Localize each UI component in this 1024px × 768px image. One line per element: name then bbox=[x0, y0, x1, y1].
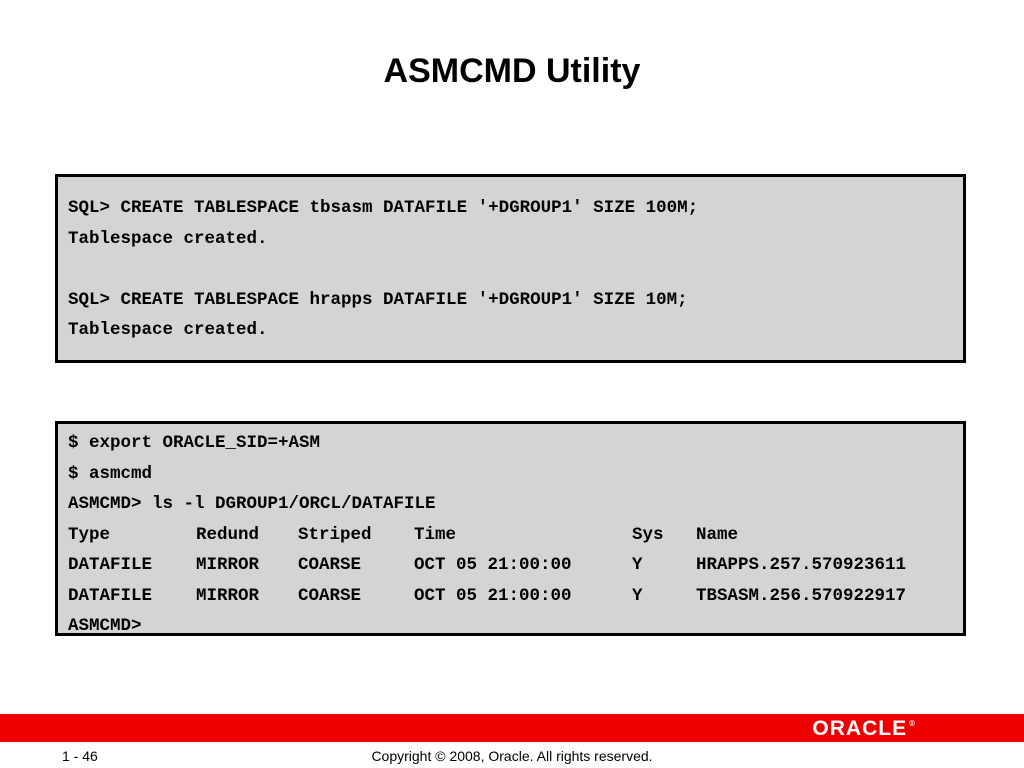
sql-code-block: SQL> CREATE TABLESPACE tbsasm DATAFILE '… bbox=[55, 174, 966, 363]
listing-row: DATAFILE MIRROR COARSE OCT 05 21:00:00 Y… bbox=[68, 550, 953, 581]
cell-name: HRAPPS.257.570923611 bbox=[696, 555, 907, 575]
cell-time: OCT 05 21:00:00 bbox=[414, 555, 572, 575]
code-line: SQL> CREATE TABLESPACE tbsasm DATAFILE '… bbox=[68, 198, 699, 218]
cell-redund: MIRROR bbox=[196, 585, 260, 606]
code-line: $ export ORACLE_SID=+ASM bbox=[68, 433, 321, 453]
oracle-logo-text: ORACLE bbox=[812, 717, 908, 740]
column-header: Type bbox=[68, 524, 111, 545]
column-header: Striped bbox=[298, 524, 372, 545]
registered-mark: ® bbox=[909, 719, 916, 728]
code-line: ASMCMD> ls -l DGROUP1/ORCL/DATAFILE bbox=[68, 494, 436, 514]
listing-row: DATAFILE MIRROR COARSE OCT 05 21:00:00 Y… bbox=[68, 581, 953, 612]
asmcmd-prompt: ASMCMD> bbox=[68, 616, 142, 636]
shell-code-block: $ export ORACLE_SID=+ASM $ asmcmd ASMCMD… bbox=[55, 421, 966, 636]
cell-time: OCT 05 21:00:00 bbox=[414, 585, 572, 606]
code-line: Tablespace created. bbox=[68, 320, 268, 340]
code-line: Tablespace created. bbox=[68, 228, 268, 249]
column-header: Time bbox=[414, 524, 457, 545]
cell-sys: Y bbox=[632, 555, 643, 575]
cell-striped: COARSE bbox=[298, 555, 362, 575]
code-line: $ asmcmd bbox=[68, 463, 153, 484]
cell-striped: COARSE bbox=[298, 585, 362, 606]
footer-brand-bar: ORACLE ® bbox=[0, 714, 1024, 742]
column-header: Sys bbox=[632, 524, 664, 545]
code-line: SQL> CREATE TABLESPACE hrapps DATAFILE '… bbox=[68, 289, 688, 310]
cell-type: DATAFILE bbox=[68, 585, 153, 606]
column-header: Name bbox=[696, 524, 739, 545]
cell-sys: Y bbox=[632, 585, 643, 606]
slide-title: ASMCMD Utility bbox=[383, 52, 641, 90]
copyright-notice: Copyright © 2008, Oracle. All rights res… bbox=[371, 748, 653, 764]
cell-type: DATAFILE bbox=[68, 555, 153, 575]
column-header: Redund bbox=[196, 524, 260, 545]
cell-name: TBSASM.256.570922917 bbox=[696, 585, 907, 606]
oracle-logo: ORACLE ® bbox=[812, 717, 916, 741]
cell-redund: MIRROR bbox=[196, 555, 260, 575]
listing-header-row: Type Redund Striped Time Sys Name bbox=[68, 520, 953, 551]
